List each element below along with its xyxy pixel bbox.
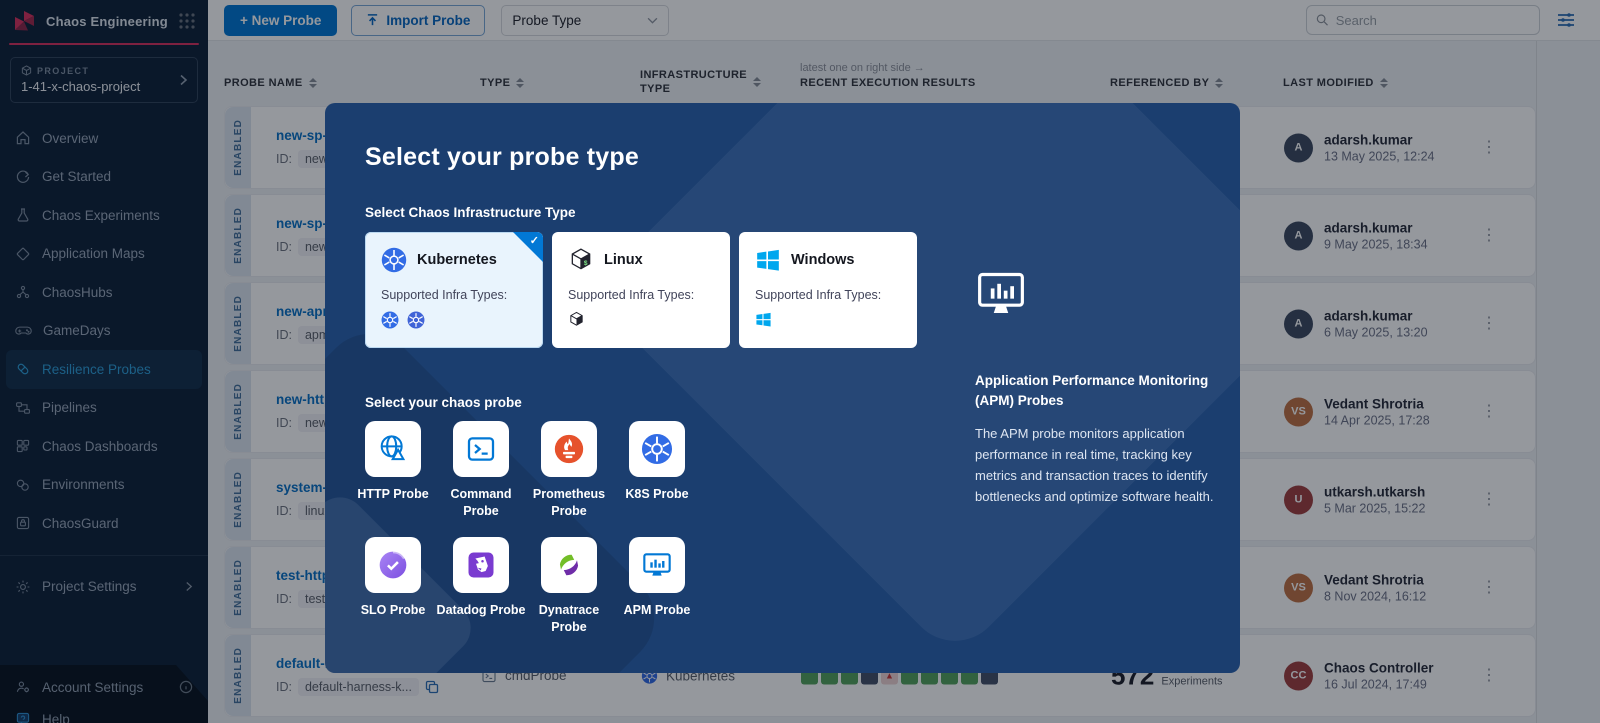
probe-info-title: Application Performance Monitoring (APM)… [975,371,1233,410]
probe-option-http[interactable]: HTTP Probe [365,421,421,520]
slo-icon [377,549,409,581]
infra-card-linux[interactable]: $ Linux Supported Infra Types: [552,232,730,348]
infra-section-label: Select Chaos Infrastructure Type [365,205,1200,220]
kubernetes-icon [381,311,399,329]
probe-option-command[interactable]: Command Probe [453,421,509,520]
probe-option-prometheus[interactable]: Prometheus Probe [541,421,597,520]
dynatrace-icon [553,549,585,581]
infra-card-windows[interactable]: Windows Supported Infra Types: [739,232,917,348]
command-terminal-icon [465,433,497,465]
modal-title: Select your probe type [365,143,1200,172]
probe-option-k8s[interactable]: K8S Probe [629,421,685,520]
kubernetes-icon [407,311,425,329]
infra-card-kubernetes[interactable]: ✓ Kubernetes Supported Infra Types: [365,232,543,348]
select-probe-type-modal: Select your probe type Select Chaos Infr… [325,103,1240,673]
datadog-icon [466,550,496,580]
kubernetes-icon [641,433,673,465]
probe-option-slo[interactable]: SLO Probe [365,537,421,636]
apm-monitor-icon [975,268,1027,320]
apm-monitor-icon [641,549,673,581]
probe-info-body: The APM probe monitors application perfo… [975,423,1233,507]
linux-icon [568,311,585,328]
linux-icon: $ [568,247,594,273]
windows-icon [755,247,781,273]
windows-icon [755,311,772,328]
probe-option-apm[interactable]: APM Probe [629,537,685,636]
svg-text:$: $ [584,260,588,267]
prometheus-icon [552,432,586,466]
probe-option-dynatrace[interactable]: Dynatrace Probe [541,537,597,636]
check-icon: ✓ [530,234,539,247]
probe-info-panel: Application Performance Monitoring (APM)… [975,268,1233,507]
http-globe-icon [377,433,409,465]
probe-option-datadog[interactable]: Datadog Probe [453,537,509,636]
kubernetes-icon [381,247,407,273]
